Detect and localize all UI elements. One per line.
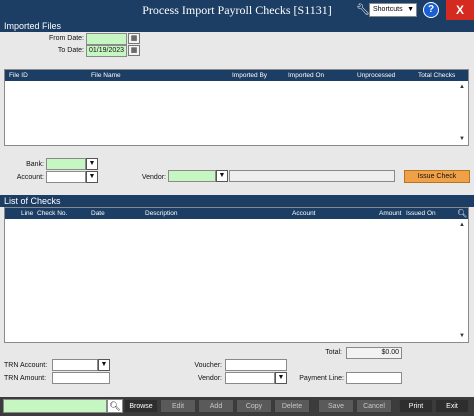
delete-button[interactable]: Delete: [274, 399, 310, 413]
bank-label: Bank:: [26, 161, 44, 168]
bank-dropdown-icon[interactable]: ▼: [86, 158, 98, 170]
from-date-input[interactable]: [86, 33, 127, 45]
to-date-label: To Date:: [57, 47, 84, 54]
total-value: $0.00: [346, 347, 402, 359]
imported-files-grid[interactable]: File ID File Name Imported By Imported O…: [4, 69, 469, 146]
checks-grid-header: Line Check No. Date Description Account …: [5, 208, 468, 219]
issue-check-button[interactable]: Issue Check: [404, 170, 470, 183]
footer-vendor-dropdown-icon[interactable]: ▼: [275, 372, 287, 384]
chevron-down-icon: ▼: [407, 6, 414, 13]
col-account[interactable]: Account: [292, 208, 316, 219]
col-file-id[interactable]: File ID: [9, 70, 28, 81]
voucher-input[interactable]: [225, 359, 287, 371]
trn-amount-label: TRN Amount:: [4, 375, 47, 382]
col-line[interactable]: Line: [21, 208, 33, 219]
list-of-checks-header: List of Checks: [0, 195, 474, 207]
trn-amount-input[interactable]: [52, 372, 110, 384]
from-date-calendar-icon[interactable]: ▦: [128, 33, 140, 44]
scroll-down-icon[interactable]: ▼: [457, 134, 467, 144]
shortcuts-label: Shortcuts: [373, 6, 403, 13]
scroll-down-icon[interactable]: ▼: [457, 331, 467, 341]
to-date-calendar-icon[interactable]: ▦: [128, 45, 140, 56]
close-button[interactable]: X: [446, 0, 474, 20]
account-label: Account:: [16, 174, 44, 181]
footer-vendor-select[interactable]: [225, 372, 275, 384]
checks-grid[interactable]: Line Check No. Date Description Account …: [4, 207, 469, 343]
account-dropdown-icon[interactable]: ▼: [86, 171, 98, 183]
browse-search-input[interactable]: [3, 399, 107, 413]
scroll-up-icon[interactable]: ▲: [457, 82, 467, 92]
total-label: Total:: [325, 349, 342, 356]
trn-account-dropdown-icon[interactable]: ▼: [98, 359, 110, 371]
col-description[interactable]: Description: [145, 208, 178, 219]
col-imported-by[interactable]: Imported By: [232, 70, 267, 81]
col-imported-on[interactable]: Imported On: [288, 70, 324, 81]
print-button[interactable]: Print: [399, 399, 433, 413]
imported-files-header: Imported Files: [0, 20, 474, 32]
cancel-button[interactable]: Cancel: [356, 399, 392, 413]
vendor-label: Vendor:: [141, 174, 166, 181]
browse-button[interactable]: Browse: [124, 399, 158, 413]
vendor-dropdown-icon[interactable]: ▼: [216, 170, 228, 182]
help-icon[interactable]: ?: [423, 2, 439, 18]
col-issued-on[interactable]: Issued On: [406, 208, 436, 219]
payment-line-label: Payment Line:: [299, 375, 344, 382]
trn-account-label: TRN Account:: [4, 362, 48, 369]
col-unprocessed[interactable]: Unprocessed: [357, 70, 395, 81]
footer-vendor-label: Vendor:: [197, 375, 222, 382]
vendor-name-display: [229, 170, 395, 182]
search-icon[interactable]: 🔍︎: [457, 208, 467, 219]
col-date[interactable]: Date: [91, 208, 105, 219]
from-date-label: From Date:: [48, 35, 84, 42]
wrench-icon[interactable]: 🔧︎: [356, 3, 370, 17]
col-amount[interactable]: Amount: [379, 208, 401, 219]
voucher-label: Voucher:: [194, 362, 222, 369]
search-icon[interactable]: 🔍︎: [107, 399, 123, 413]
scroll-up-icon[interactable]: ▲: [457, 220, 467, 230]
col-total-checks[interactable]: Total Checks: [418, 70, 455, 81]
exit-button[interactable]: Exit: [435, 399, 469, 413]
col-check-no[interactable]: Check No.: [37, 208, 67, 219]
vendor-select[interactable]: [168, 170, 216, 182]
imported-files-grid-header: File ID File Name Imported By Imported O…: [5, 70, 468, 81]
col-file-name[interactable]: File Name: [91, 70, 121, 81]
trn-account-select[interactable]: [52, 359, 98, 371]
edit-button[interactable]: Edit: [160, 399, 196, 413]
payment-line-input[interactable]: [346, 372, 402, 384]
shortcuts-dropdown[interactable]: Shortcuts ▼: [369, 3, 417, 17]
copy-button[interactable]: Copy: [236, 399, 272, 413]
to-date-input[interactable]: 01/19/2023: [86, 45, 127, 57]
add-button[interactable]: Add: [198, 399, 234, 413]
bank-select[interactable]: [46, 158, 86, 170]
account-select[interactable]: [46, 171, 86, 183]
save-button[interactable]: Save: [318, 399, 354, 413]
